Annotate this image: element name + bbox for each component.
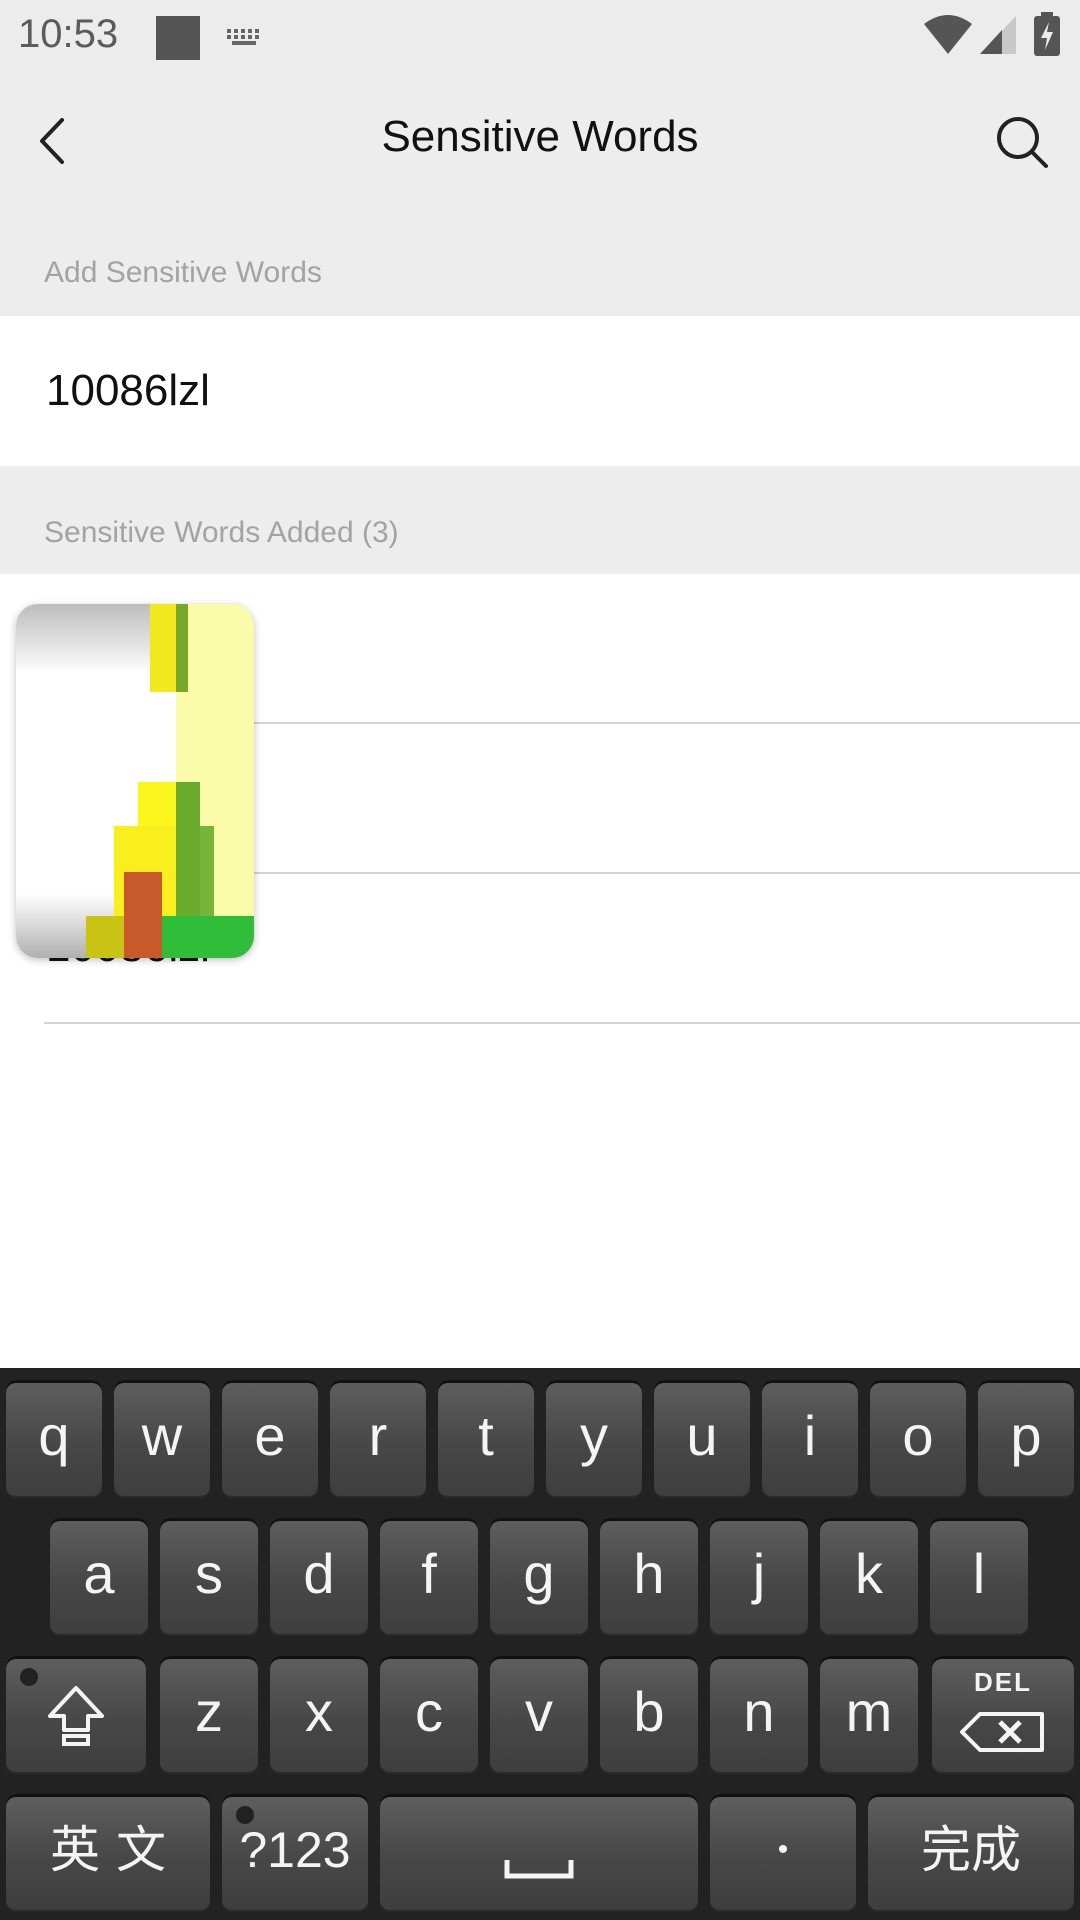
add-word-row [0, 316, 1080, 466]
search-button[interactable] [986, 106, 1056, 176]
shift-key[interactable] [6, 1656, 146, 1774]
key-b[interactable]: b [600, 1656, 698, 1774]
key-o[interactable]: o [870, 1380, 966, 1498]
key-i[interactable]: i [762, 1380, 858, 1498]
page-title: Sensitive Words [381, 112, 699, 161]
status-bar: 10:53 [0, 0, 1080, 76]
language-key[interactable]: 英 文 [6, 1794, 210, 1912]
wifi-icon [924, 15, 972, 54]
key-n[interactable]: n [710, 1656, 808, 1774]
added-section-header: Sensitive Words Added (3) [0, 466, 1080, 574]
key-u[interactable]: u [654, 1380, 750, 1498]
key-h[interactable]: h [600, 1518, 698, 1636]
key-p[interactable]: p [978, 1380, 1074, 1498]
key-a[interactable]: a [50, 1518, 148, 1636]
key-v[interactable]: v [490, 1656, 588, 1774]
key-x[interactable]: x [270, 1656, 368, 1774]
sensitive-word-input[interactable] [46, 361, 1026, 421]
search-icon [997, 117, 1048, 168]
period-key[interactable]: • [710, 1794, 856, 1912]
key-k[interactable]: k [820, 1518, 918, 1636]
done-key[interactable]: 完成 [868, 1794, 1074, 1912]
key-e[interactable]: e [222, 1380, 318, 1498]
key-indicator-dot [236, 1806, 254, 1824]
notification-icon [156, 16, 200, 60]
key-l[interactable]: l [930, 1518, 1028, 1636]
signal-icon [980, 16, 1016, 54]
delete-key[interactable]: DEL [932, 1656, 1074, 1774]
add-section-label: Add Sensitive Words [44, 256, 322, 289]
floating-overlay-image[interactable] [16, 604, 254, 958]
key-s[interactable]: s [160, 1518, 258, 1636]
symbols-key[interactable]: ?123 [222, 1794, 368, 1912]
key-y[interactable]: y [546, 1380, 642, 1498]
soft-keyboard: q w e r t y u i o p a s d f g h j k l z … [0, 1368, 1080, 1920]
keyboard-status-icon [227, 29, 259, 45]
status-time: 10:53 [18, 12, 119, 56]
key-d[interactable]: d [270, 1518, 368, 1636]
key-g[interactable]: g [490, 1518, 588, 1636]
key-f[interactable]: f [380, 1518, 478, 1636]
divider [44, 1022, 1080, 1024]
key-c[interactable]: c [380, 1656, 478, 1774]
key-indicator-dot [20, 1668, 38, 1686]
key-w[interactable]: w [114, 1380, 210, 1498]
symbols-label: ?123 [239, 1822, 351, 1878]
add-section-header: Add Sensitive Words [0, 206, 1080, 316]
key-z[interactable]: z [160, 1656, 258, 1774]
backspace-icon [960, 1712, 1044, 1752]
space-bar-icon [504, 1860, 574, 1879]
shift-arrow-icon [48, 1686, 104, 1746]
added-section-label: Sensitive Words Added (3) [44, 516, 399, 549]
key-m[interactable]: m [820, 1656, 918, 1774]
space-key[interactable] [380, 1794, 698, 1912]
battery-icon [1034, 12, 1060, 56]
overlay-graphic [16, 604, 254, 958]
app-header: Sensitive Words [0, 76, 1080, 206]
key-t[interactable]: t [438, 1380, 534, 1498]
key-j[interactable]: j [710, 1518, 808, 1636]
key-r[interactable]: r [330, 1380, 426, 1498]
key-q[interactable]: q [6, 1380, 102, 1498]
